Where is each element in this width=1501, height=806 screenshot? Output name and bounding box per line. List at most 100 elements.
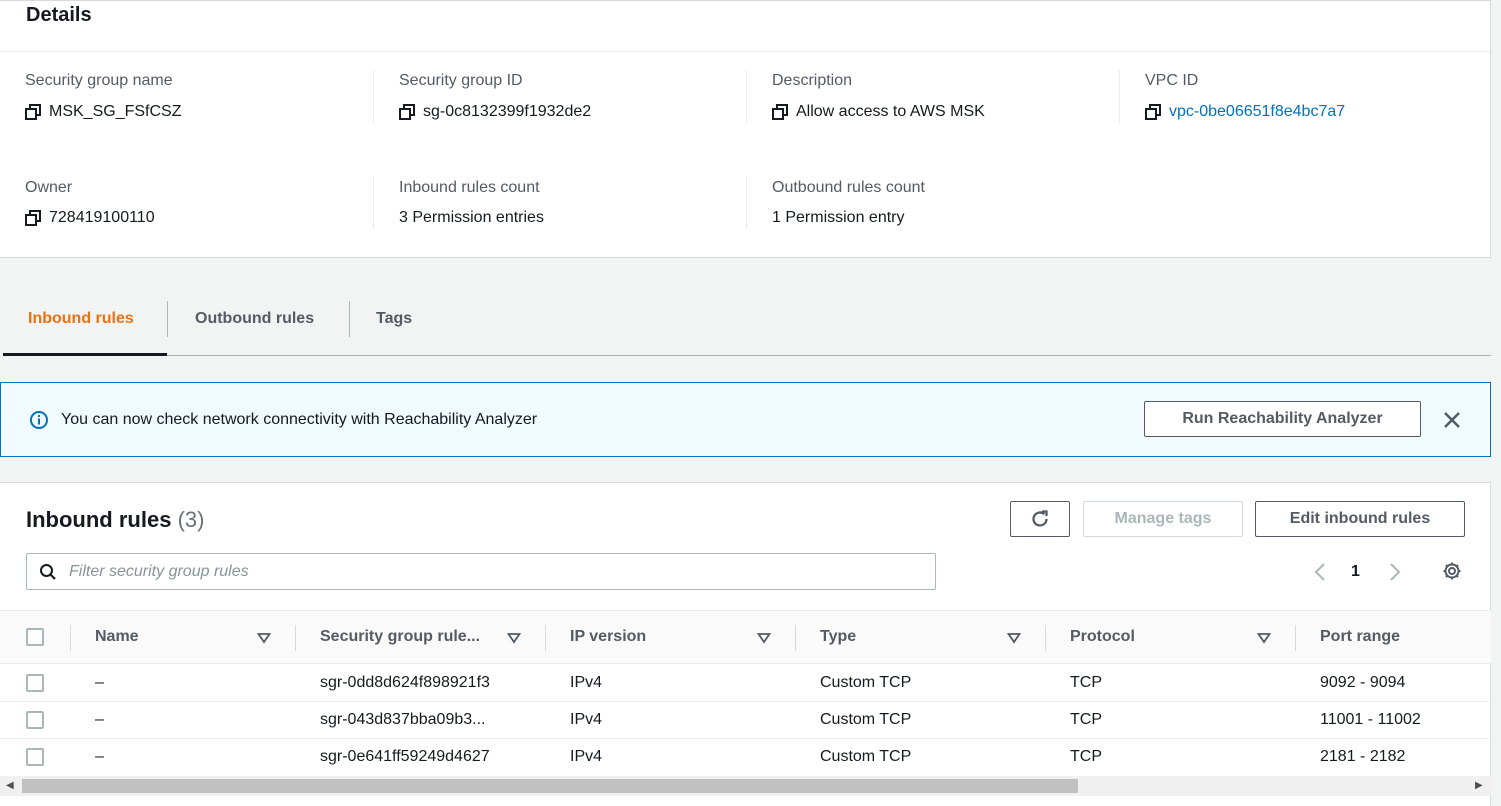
field-label: Security group ID — [399, 72, 523, 89]
column-header-rule-id[interactable]: Security group rule... — [320, 611, 480, 665]
column-divider — [795, 625, 796, 651]
manage-tags-button[interactable]: Manage tags — [1083, 501, 1243, 537]
scrollbar-thumb[interactable] — [22, 779, 1078, 793]
cell-protocol: TCP — [1070, 674, 1102, 691]
select-all-checkbox[interactable] — [26, 628, 44, 646]
table-row[interactable]: – sgr-043d837bba09b3... IPv4 Custom TCP … — [0, 702, 1491, 739]
cell-port-range: 11001 - 11002 — [1320, 711, 1421, 728]
copy-icon[interactable] — [25, 104, 41, 120]
field-label: Description — [772, 72, 853, 89]
field-label: Outbound rules count — [772, 179, 925, 196]
field-description: Description Allow access to AWS MSK — [746, 70, 1106, 123]
page-number[interactable]: 1 — [1351, 563, 1360, 581]
security-group-name-value: MSK_SG_FSfCSZ — [49, 103, 182, 120]
table-row[interactable]: – sgr-0dd8d624f898921f3 IPv4 Custom TCP … — [0, 665, 1491, 702]
table-row[interactable]: – sgr-0e641ff59249d4627 IPv4 Custom TCP … — [0, 739, 1491, 776]
filter-field — [26, 553, 936, 590]
sort-down-icon[interactable] — [256, 631, 272, 649]
reachability-info-alert: You can now check network connectivity w… — [0, 382, 1491, 457]
details-header: Details — [0, 1, 1490, 52]
sort-down-icon[interactable] — [1256, 631, 1272, 649]
details-title: Details — [26, 4, 92, 26]
cell-rule-id: sgr-043d837bba09b3... — [320, 711, 486, 728]
field-value: Allow access to AWS MSK — [772, 101, 1106, 123]
column-header-protocol[interactable]: Protocol — [1070, 611, 1135, 665]
field-label: Inbound rules count — [399, 179, 540, 196]
vpc-id-link[interactable]: vpc-0be06651f8e4bc7a7 — [1169, 101, 1345, 123]
cell-name: – — [95, 711, 104, 728]
refresh-icon — [1032, 510, 1048, 527]
cell-name: – — [95, 674, 104, 691]
tab-inbound-rules[interactable]: Inbound rules — [3, 284, 167, 356]
cell-type: Custom TCP — [820, 748, 912, 765]
sort-down-icon[interactable] — [756, 631, 772, 649]
gear-icon[interactable] — [1441, 560, 1463, 587]
sort-down-icon[interactable] — [1006, 631, 1022, 649]
column-header-name[interactable]: Name — [95, 611, 139, 665]
inbound-rules-title: Inbound rules — [26, 507, 172, 532]
tab-outbound-rules[interactable]: Outbound rules — [170, 284, 339, 356]
inbound-rules-count-value: 3 Permission entries — [399, 209, 544, 226]
field-value: vpc-0be06651f8e4bc7a7 — [1145, 101, 1479, 123]
alert-message: You can now check network connectivity w… — [61, 411, 538, 428]
field-security-group-name: Security group name MSK_SG_FSfCSZ — [25, 70, 385, 123]
tab-divider — [167, 301, 168, 337]
cell-port-range: 9092 - 9094 — [1320, 674, 1406, 691]
row-checkbox[interactable] — [26, 711, 44, 729]
column-header-port-range[interactable]: Port range — [1320, 611, 1400, 665]
field-vpc-id: VPC ID vpc-0be06651f8e4bc7a7 — [1119, 70, 1479, 123]
row-checkbox[interactable] — [26, 674, 44, 692]
cell-ip-version: IPv4 — [570, 711, 603, 728]
horizontal-scrollbar[interactable]: ◀ ▶ — [0, 776, 1491, 796]
column-header-type[interactable]: Type — [820, 611, 856, 665]
inbound-rules-count: (3) — [177, 507, 205, 532]
cell-ip-version: IPv4 — [570, 748, 603, 765]
column-header-ip-version[interactable]: IP version — [570, 611, 646, 665]
previous-page-icon[interactable] — [1310, 561, 1330, 588]
field-security-group-id: Security group ID sg-0c8132399f1932de2 — [373, 70, 733, 123]
table-header: Name Security group rule... IP version T… — [0, 610, 1491, 664]
row-checkbox[interactable] — [26, 748, 44, 766]
info-icon — [29, 410, 49, 430]
copy-icon[interactable] — [399, 104, 415, 120]
field-owner: Owner 728419100110 — [25, 177, 385, 229]
cell-rule-id: sgr-0e641ff59249d4627 — [320, 748, 490, 765]
search-icon — [39, 563, 57, 586]
cell-port-range: 2181 - 2182 — [1320, 748, 1406, 765]
refresh-button[interactable] — [1010, 501, 1070, 537]
copy-icon[interactable] — [772, 104, 788, 120]
inbound-rules-panel: Inbound rules (3) Manage tags Edit inbou… — [0, 482, 1491, 806]
cell-name: – — [95, 748, 104, 765]
next-page-icon[interactable] — [1385, 561, 1405, 588]
tab-bar: Inbound rules Outbound rules Tags — [3, 284, 1491, 356]
copy-icon[interactable] — [1145, 104, 1161, 120]
cell-type: Custom TCP — [820, 711, 912, 728]
tab-divider — [349, 301, 350, 337]
field-label: Owner — [25, 179, 73, 196]
run-reachability-analyzer-button[interactable]: Run Reachability Analyzer — [1144, 401, 1421, 437]
column-divider — [1295, 625, 1296, 651]
security-group-id-value: sg-0c8132399f1932de2 — [423, 103, 592, 120]
column-divider — [295, 625, 296, 651]
sort-down-icon[interactable] — [506, 631, 522, 649]
filter-security-group-rules-input[interactable] — [69, 559, 919, 584]
cell-rule-id: sgr-0dd8d624f898921f3 — [320, 674, 490, 691]
scroll-right-icon[interactable]: ▶ — [1475, 780, 1483, 792]
scroll-left-icon[interactable]: ◀ — [6, 780, 14, 792]
close-icon[interactable] — [1441, 409, 1463, 431]
cell-protocol: TCP — [1070, 748, 1102, 765]
tab-tags[interactable]: Tags — [351, 284, 437, 356]
inbound-rules-heading: Inbound rules (3) — [26, 505, 204, 535]
copy-icon[interactable] — [25, 210, 41, 226]
cell-ip-version: IPv4 — [570, 674, 603, 691]
cell-protocol: TCP — [1070, 711, 1102, 728]
field-inbound-rules-count: Inbound rules count 3 Permission entries — [373, 177, 733, 229]
edit-inbound-rules-button[interactable]: Edit inbound rules — [1255, 501, 1465, 537]
owner-value: 728419100110 — [49, 209, 155, 226]
details-panel: Details Security group name MSK_SG_FSfCS… — [0, 0, 1491, 258]
cell-type: Custom TCP — [820, 674, 912, 691]
field-outbound-rules-count: Outbound rules count 1 Permission entry — [746, 177, 1106, 229]
field-label: Security group name — [25, 72, 173, 89]
outbound-rules-count-value: 1 Permission entry — [772, 209, 905, 226]
field-value: 728419100110 — [25, 207, 385, 229]
